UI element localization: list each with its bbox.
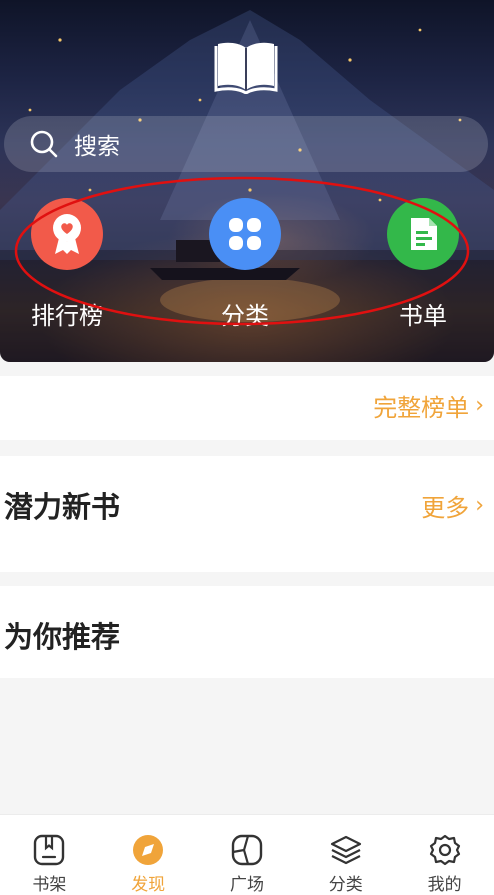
search-placeholder: 搜索: [74, 134, 120, 160]
settings-gear-icon: [429, 834, 460, 866]
tab-me-label: 我的: [427, 875, 462, 895]
search-bar[interactable]: 搜索: [4, 116, 488, 172]
more-link[interactable]: 更多 ›: [421, 488, 484, 523]
tab-category[interactable]: 分类: [296, 815, 395, 895]
tab-bookshelf-label: 书架: [32, 875, 67, 895]
layers-icon: [330, 835, 361, 865]
section-title-potential: 潜力新书: [4, 490, 121, 524]
more-label: 更多: [421, 494, 470, 522]
section-title-recommend: 为你推荐: [4, 620, 121, 654]
tab-category-label: 分类: [328, 875, 363, 895]
square-icon: [231, 834, 263, 866]
search-icon: [30, 130, 58, 158]
discover-compass-icon: [133, 835, 164, 865]
tab-me[interactable]: 我的: [395, 815, 494, 895]
bottom-tab-bar: 书架 发现 广场 分类 我的: [0, 814, 494, 895]
tab-square-label: 广场: [229, 875, 264, 895]
tab-square[interactable]: 广场: [198, 815, 297, 895]
open-book-icon: [214, 42, 278, 94]
tab-discover[interactable]: 发现: [99, 815, 198, 895]
recommend-section: 为你推荐: [0, 586, 494, 678]
chevron-right-icon: ›: [475, 393, 484, 418]
chevron-right-icon: ›: [475, 493, 484, 518]
tab-bookshelf[interactable]: 书架: [0, 815, 99, 895]
annotation-red-ellipse: [14, 176, 470, 326]
potential-new-books-section: 潜力新书 更多 ›: [0, 456, 494, 572]
tab-discover-label: 发现: [131, 875, 166, 895]
full-ranking-label: 完整榜单: [373, 394, 470, 422]
discover-header: 搜索 排行榜 分类 书单: [0, 0, 494, 362]
full-ranking-link[interactable]: 完整榜单 ›: [373, 388, 484, 423]
ranking-card: 完整榜单 ›: [0, 376, 494, 440]
bookshelf-icon: [34, 834, 65, 866]
